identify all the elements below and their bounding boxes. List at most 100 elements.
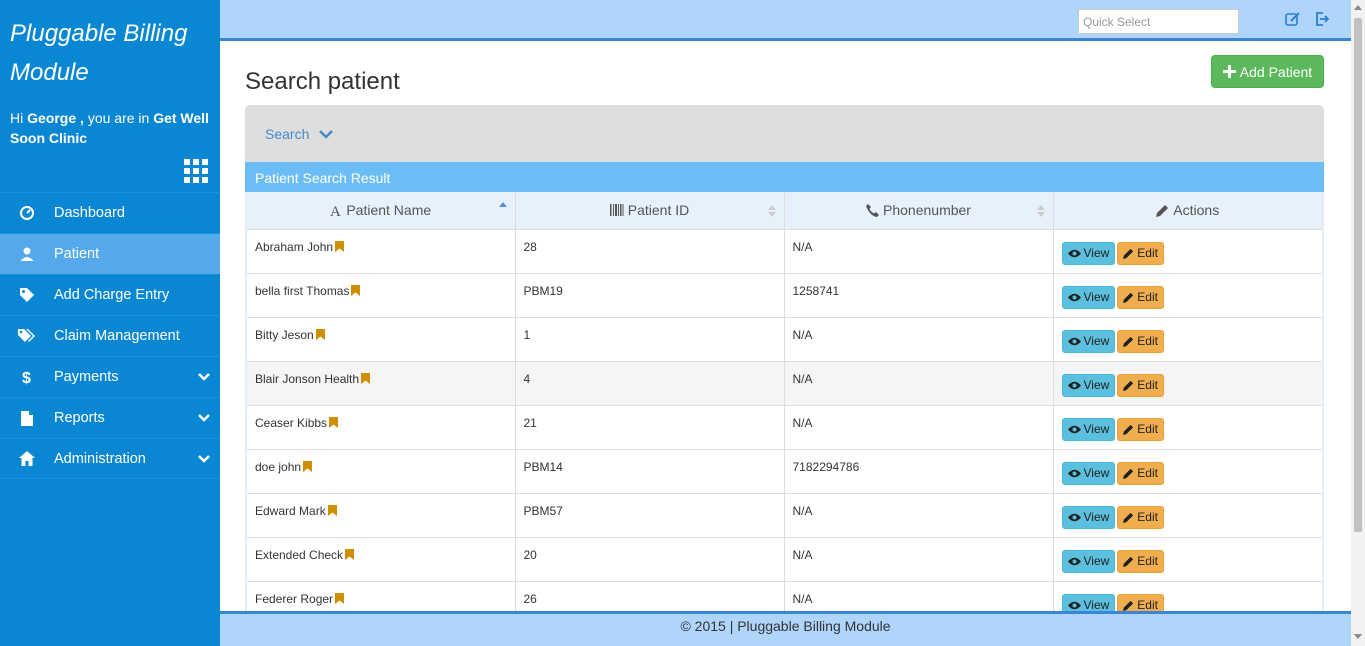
actions-cell: View Edit [1053,581,1322,612]
vertical-scrollbar[interactable] [1351,0,1365,646]
sidebar-item-patient[interactable]: Patient [0,233,220,274]
edit-label: Edit [1137,554,1158,568]
edit-label: Edit [1137,422,1158,436]
sidebar-item-dashboard[interactable]: Dashboard [0,192,220,233]
patient-name[interactable]: bella first Thomas [255,284,349,298]
view-button[interactable]: View [1061,593,1116,612]
patient-name[interactable]: Ceaser Kibbs [255,416,327,430]
sidebar-item-label: Add Charge Entry [54,287,170,303]
patient-name[interactable]: Edward Mark [255,504,326,518]
column-header-patient-name[interactable]: A Patient Name [247,192,516,230]
edit-label: Edit [1137,246,1158,260]
column-header-phonenumber[interactable]: Phonenumber [784,192,1054,230]
user-icon [0,246,54,262]
table-row: Abraham John 28 N/A View Edit [247,229,1322,274]
sidebar-item-label: Administration [54,450,146,467]
home-icon [0,451,54,466]
patient-name-cell: Federer Roger [247,581,516,612]
search-toggle[interactable]: Search [265,126,334,142]
view-button[interactable]: View [1061,373,1116,397]
brand-title[interactable]: Pluggable Billing Module [0,0,220,98]
scroll-down-arrow[interactable] [1354,634,1362,639]
add-patient-button[interactable]: Add Patient [1211,55,1324,88]
phonenumber-cell: N/A [784,317,1054,362]
actions-cell: View Edit [1053,493,1322,538]
sidebar-item-payments[interactable]: $ Payments [0,356,220,397]
edit-button[interactable]: Edit [1117,505,1164,529]
column-header-patient-id[interactable]: Patient ID [515,192,785,230]
pencil-icon [1123,248,1134,259]
sidebar-item-label: Dashboard [54,205,125,221]
view-button[interactable]: View [1061,241,1116,265]
view-label: View [1083,554,1110,568]
sidebar-item-label: Payments [54,369,119,385]
table-row: Extended Check 20 N/A View Edit [247,537,1322,582]
phonenumber-cell: N/A [784,537,1054,582]
phonenumber-cell: 7182294786 [784,449,1054,494]
view-button[interactable]: View [1061,549,1116,573]
patient-name-cell: Edward Mark [247,493,516,538]
file-icon [0,410,54,426]
patient-table-container: A Patient Name Patient ID Phonenumber Ac… [245,192,1324,612]
sidebar-item-claim-management[interactable]: Claim Management [0,315,220,356]
pencil-icon [1123,380,1134,391]
view-button[interactable]: View [1061,461,1116,485]
font-icon: A [330,204,341,217]
svg-text:$: $ [22,370,31,385]
eye-icon [1067,249,1081,257]
edit-square-icon[interactable] [1285,11,1301,27]
quick-select-input[interactable] [1078,9,1239,34]
patient-name[interactable]: Blair Jonson Health [255,372,359,386]
patient-name-cell: Blair Jonson Health [247,361,516,406]
edit-button[interactable]: Edit [1117,373,1164,397]
edit-button[interactable]: Edit [1117,549,1164,573]
view-button[interactable]: View [1061,505,1116,529]
actions-cell: View Edit [1053,317,1322,362]
actions-cell: View Edit [1053,273,1322,318]
scrollbar-thumb[interactable] [1354,18,1362,532]
edit-button[interactable]: Edit [1117,285,1164,309]
patient-name-cell: Extended Check [247,537,516,582]
patient-name[interactable]: Abraham John [255,240,333,254]
patient-name[interactable]: Federer Roger [255,592,333,606]
view-button[interactable]: View [1061,417,1116,441]
scroll-up-arrow[interactable] [1354,5,1362,10]
edit-button[interactable]: Edit [1117,417,1164,441]
patient-table: A Patient Name Patient ID Phonenumber Ac… [247,192,1322,612]
edit-label: Edit [1137,598,1158,612]
column-label: Phonenumber [883,202,971,219]
bookmark-icon [361,372,371,384]
add-patient-label: Add Patient [1239,63,1313,80]
edit-button[interactable]: Edit [1117,461,1164,485]
sidebar-item-add-charge-entry[interactable]: Add Charge Entry [0,274,220,315]
plus-icon [1222,65,1236,78]
patient-name-cell: Bitty Jeson [247,317,516,362]
view-label: View [1083,510,1110,524]
edit-button[interactable]: Edit [1117,593,1164,612]
eye-icon [1067,469,1081,477]
phonenumber-cell: N/A [784,229,1054,274]
sort-icon [767,205,776,217]
sidebar-item-administration[interactable]: Administration [0,438,220,479]
patient-id-cell: PBM19 [515,273,785,318]
bookmark-icon [303,460,313,472]
phone-icon [866,203,880,217]
actions-cell: View Edit [1053,405,1322,450]
brand-line-1: Pluggable Billing [10,20,188,47]
patient-name[interactable]: Bitty Jeson [255,328,314,342]
search-panel: Search [245,105,1324,162]
column-label: Actions [1173,202,1220,219]
chevron-down-icon [198,414,210,422]
sidebar-item-reports[interactable]: Reports [0,397,220,438]
patient-name[interactable]: Extended Check [255,548,343,562]
logout-icon[interactable] [1314,11,1330,27]
edit-button[interactable]: Edit [1117,329,1164,353]
apps-grid-icon[interactable] [184,159,208,183]
edit-button[interactable]: Edit [1117,241,1164,265]
sidebar-item-label: Claim Management [54,328,180,344]
pencil-icon [1156,204,1169,217]
patient-name[interactable]: doe john [255,460,301,474]
view-button[interactable]: View [1061,285,1116,309]
view-button[interactable]: View [1061,329,1116,353]
phonenumber-cell: N/A [784,361,1054,406]
